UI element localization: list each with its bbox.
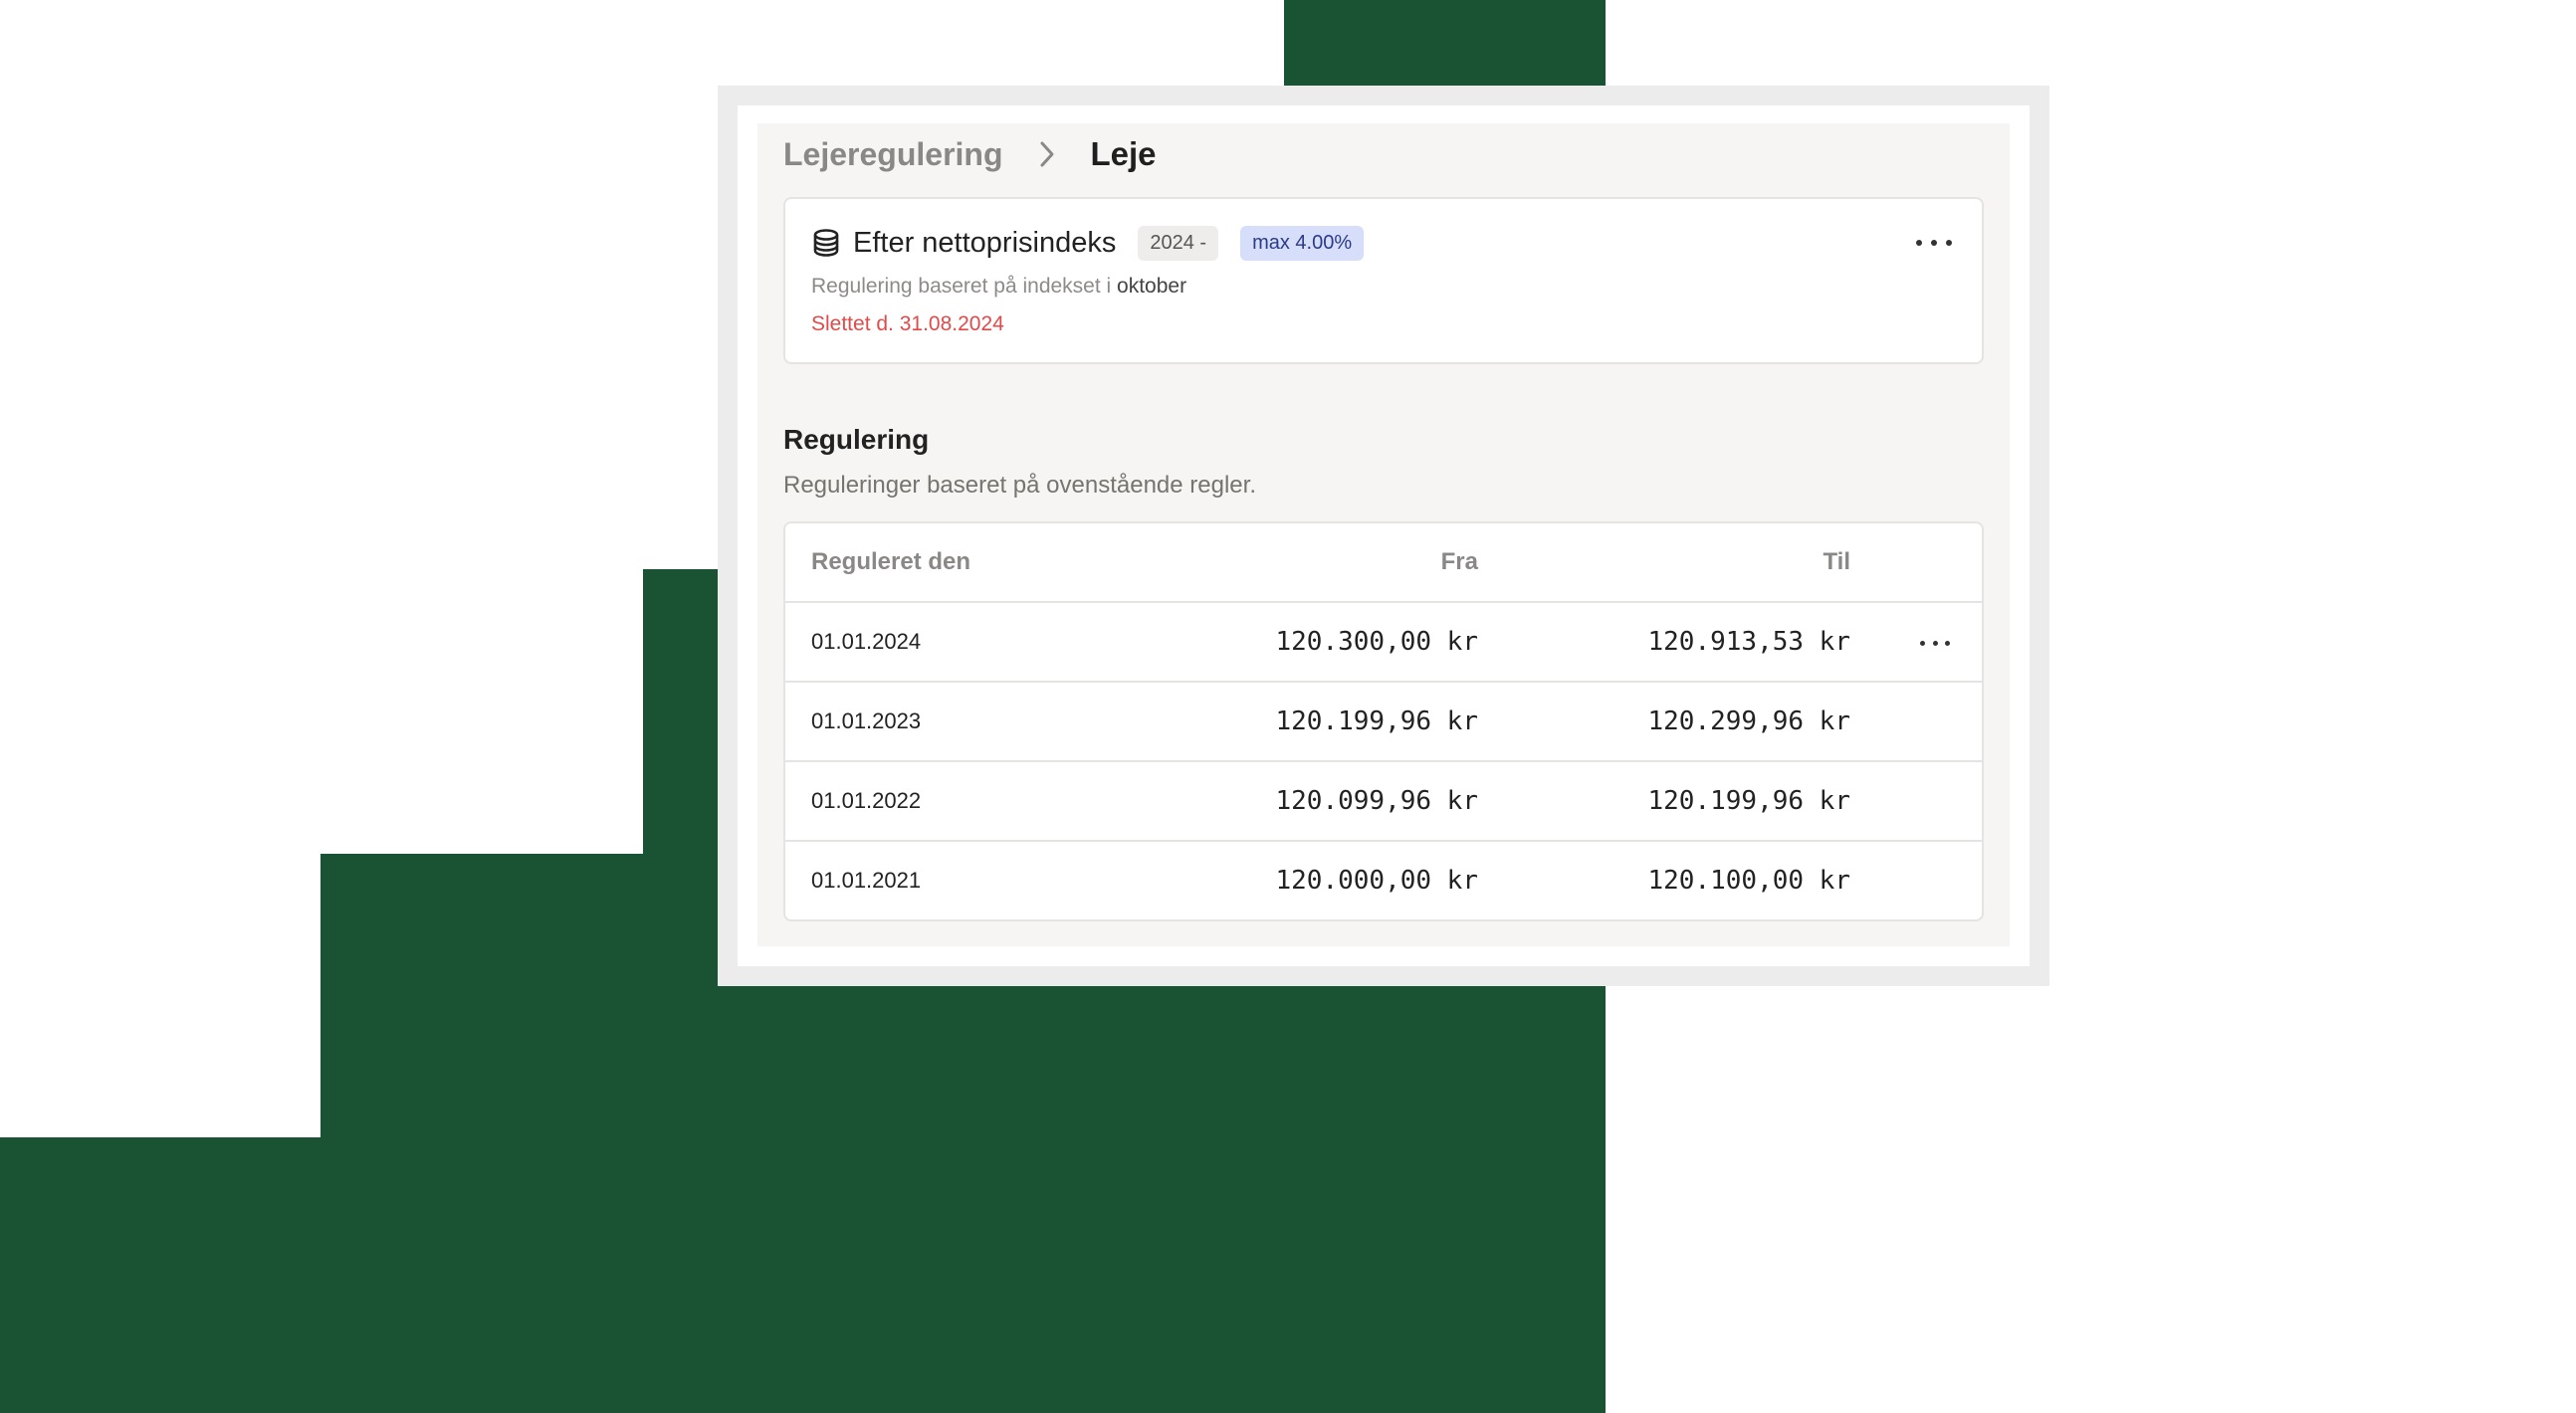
cell-to: 120.199,96 kr	[1647, 786, 1851, 816]
rule-more-options-button[interactable]	[1916, 233, 1952, 253]
cell-date: 01.01.2022	[811, 788, 922, 813]
breadcrumb: Lejeregulering Leje	[783, 123, 1984, 177]
breadcrumb-current: Leje	[1090, 135, 1157, 172]
regulation-table: Reguleret den Fra Til 01.01.2024 120.300…	[783, 521, 1984, 921]
rule-subtitle-month: oktober	[1117, 275, 1187, 298]
cell-date: 01.01.2023	[811, 708, 922, 733]
more-icon-dot	[1946, 240, 1952, 246]
rule-card: Efter nettoprisindeks 2024 - max 4.00% R…	[783, 197, 1984, 364]
cell-to: 120.913,53 kr	[1647, 627, 1851, 657]
cell-from: 120.199,96 kr	[1275, 706, 1479, 736]
cell-from: 120.099,96 kr	[1275, 786, 1479, 816]
bg-shape-top	[1284, 0, 1606, 92]
database-icon	[811, 228, 841, 258]
rule-subtitle-prefix: Regulering baseret på indekset i	[811, 275, 1112, 298]
table-row: 01.01.2021 120.000,00 kr 120.100,00 kr	[785, 840, 1982, 919]
more-icon-dot	[1916, 240, 1922, 246]
column-header-date: Reguleret den	[811, 548, 971, 575]
chevron-right-icon	[1027, 140, 1067, 168]
cell-to: 120.299,96 kr	[1647, 706, 1851, 736]
screenshot-frame: Lejeregulering Leje Efter nettoprisindek…	[718, 86, 2049, 986]
more-icon-dot	[1932, 640, 1938, 646]
more-icon-dot	[1931, 240, 1937, 246]
main-panel: Lejeregulering Leje Efter nettoprisindek…	[757, 123, 2010, 946]
bg-shape-right	[1284, 985, 1606, 1413]
cell-date: 01.01.2024	[811, 629, 922, 654]
rule-deleted-text: Slettet d. 31.08.2024	[811, 312, 1004, 335]
cell-to: 120.100,00 kr	[1647, 866, 1851, 896]
section-title: Regulering	[783, 424, 930, 455]
more-icon-dot	[1920, 640, 1925, 646]
frame-inner: Lejeregulering Leje Efter nettoprisindek…	[738, 105, 2030, 966]
rule-subtitle: Regulering baseret på indekset i oktober	[811, 275, 1956, 299]
more-icon-dot	[1945, 640, 1950, 646]
column-header-from: Fra	[1440, 548, 1478, 575]
max-badge: max 4.00%	[1240, 225, 1365, 261]
table-row: 01.01.2023 120.199,96 kr 120.299,96 kr	[785, 681, 1982, 760]
year-badge: 2024 -	[1138, 225, 1219, 261]
table-row: 01.01.2024 120.300,00 kr 120.913,53 kr	[785, 601, 1982, 681]
cell-date: 01.01.2021	[811, 868, 922, 893]
column-header-to: Til	[1823, 548, 1850, 575]
rule-card-header: Efter nettoprisindeks 2024 - max 4.00%	[811, 221, 1956, 265]
stage: Lejeregulering Leje Efter nettoprisindek…	[0, 0, 2576, 1413]
row-more-options-button[interactable]	[1920, 633, 1950, 653]
table-header-row: Reguleret den Fra Til	[785, 523, 1982, 601]
rule-title: Efter nettoprisindeks	[853, 226, 1117, 259]
breadcrumb-parent-link[interactable]: Lejeregulering	[783, 136, 1003, 173]
table-row: 01.01.2022 120.099,96 kr 120.199,96 kr	[785, 760, 1982, 840]
section-subtitle: Reguleringer baseret på ovenstående regl…	[783, 472, 1256, 499]
cell-from: 120.000,00 kr	[1275, 866, 1479, 896]
cell-from: 120.300,00 kr	[1275, 627, 1479, 657]
